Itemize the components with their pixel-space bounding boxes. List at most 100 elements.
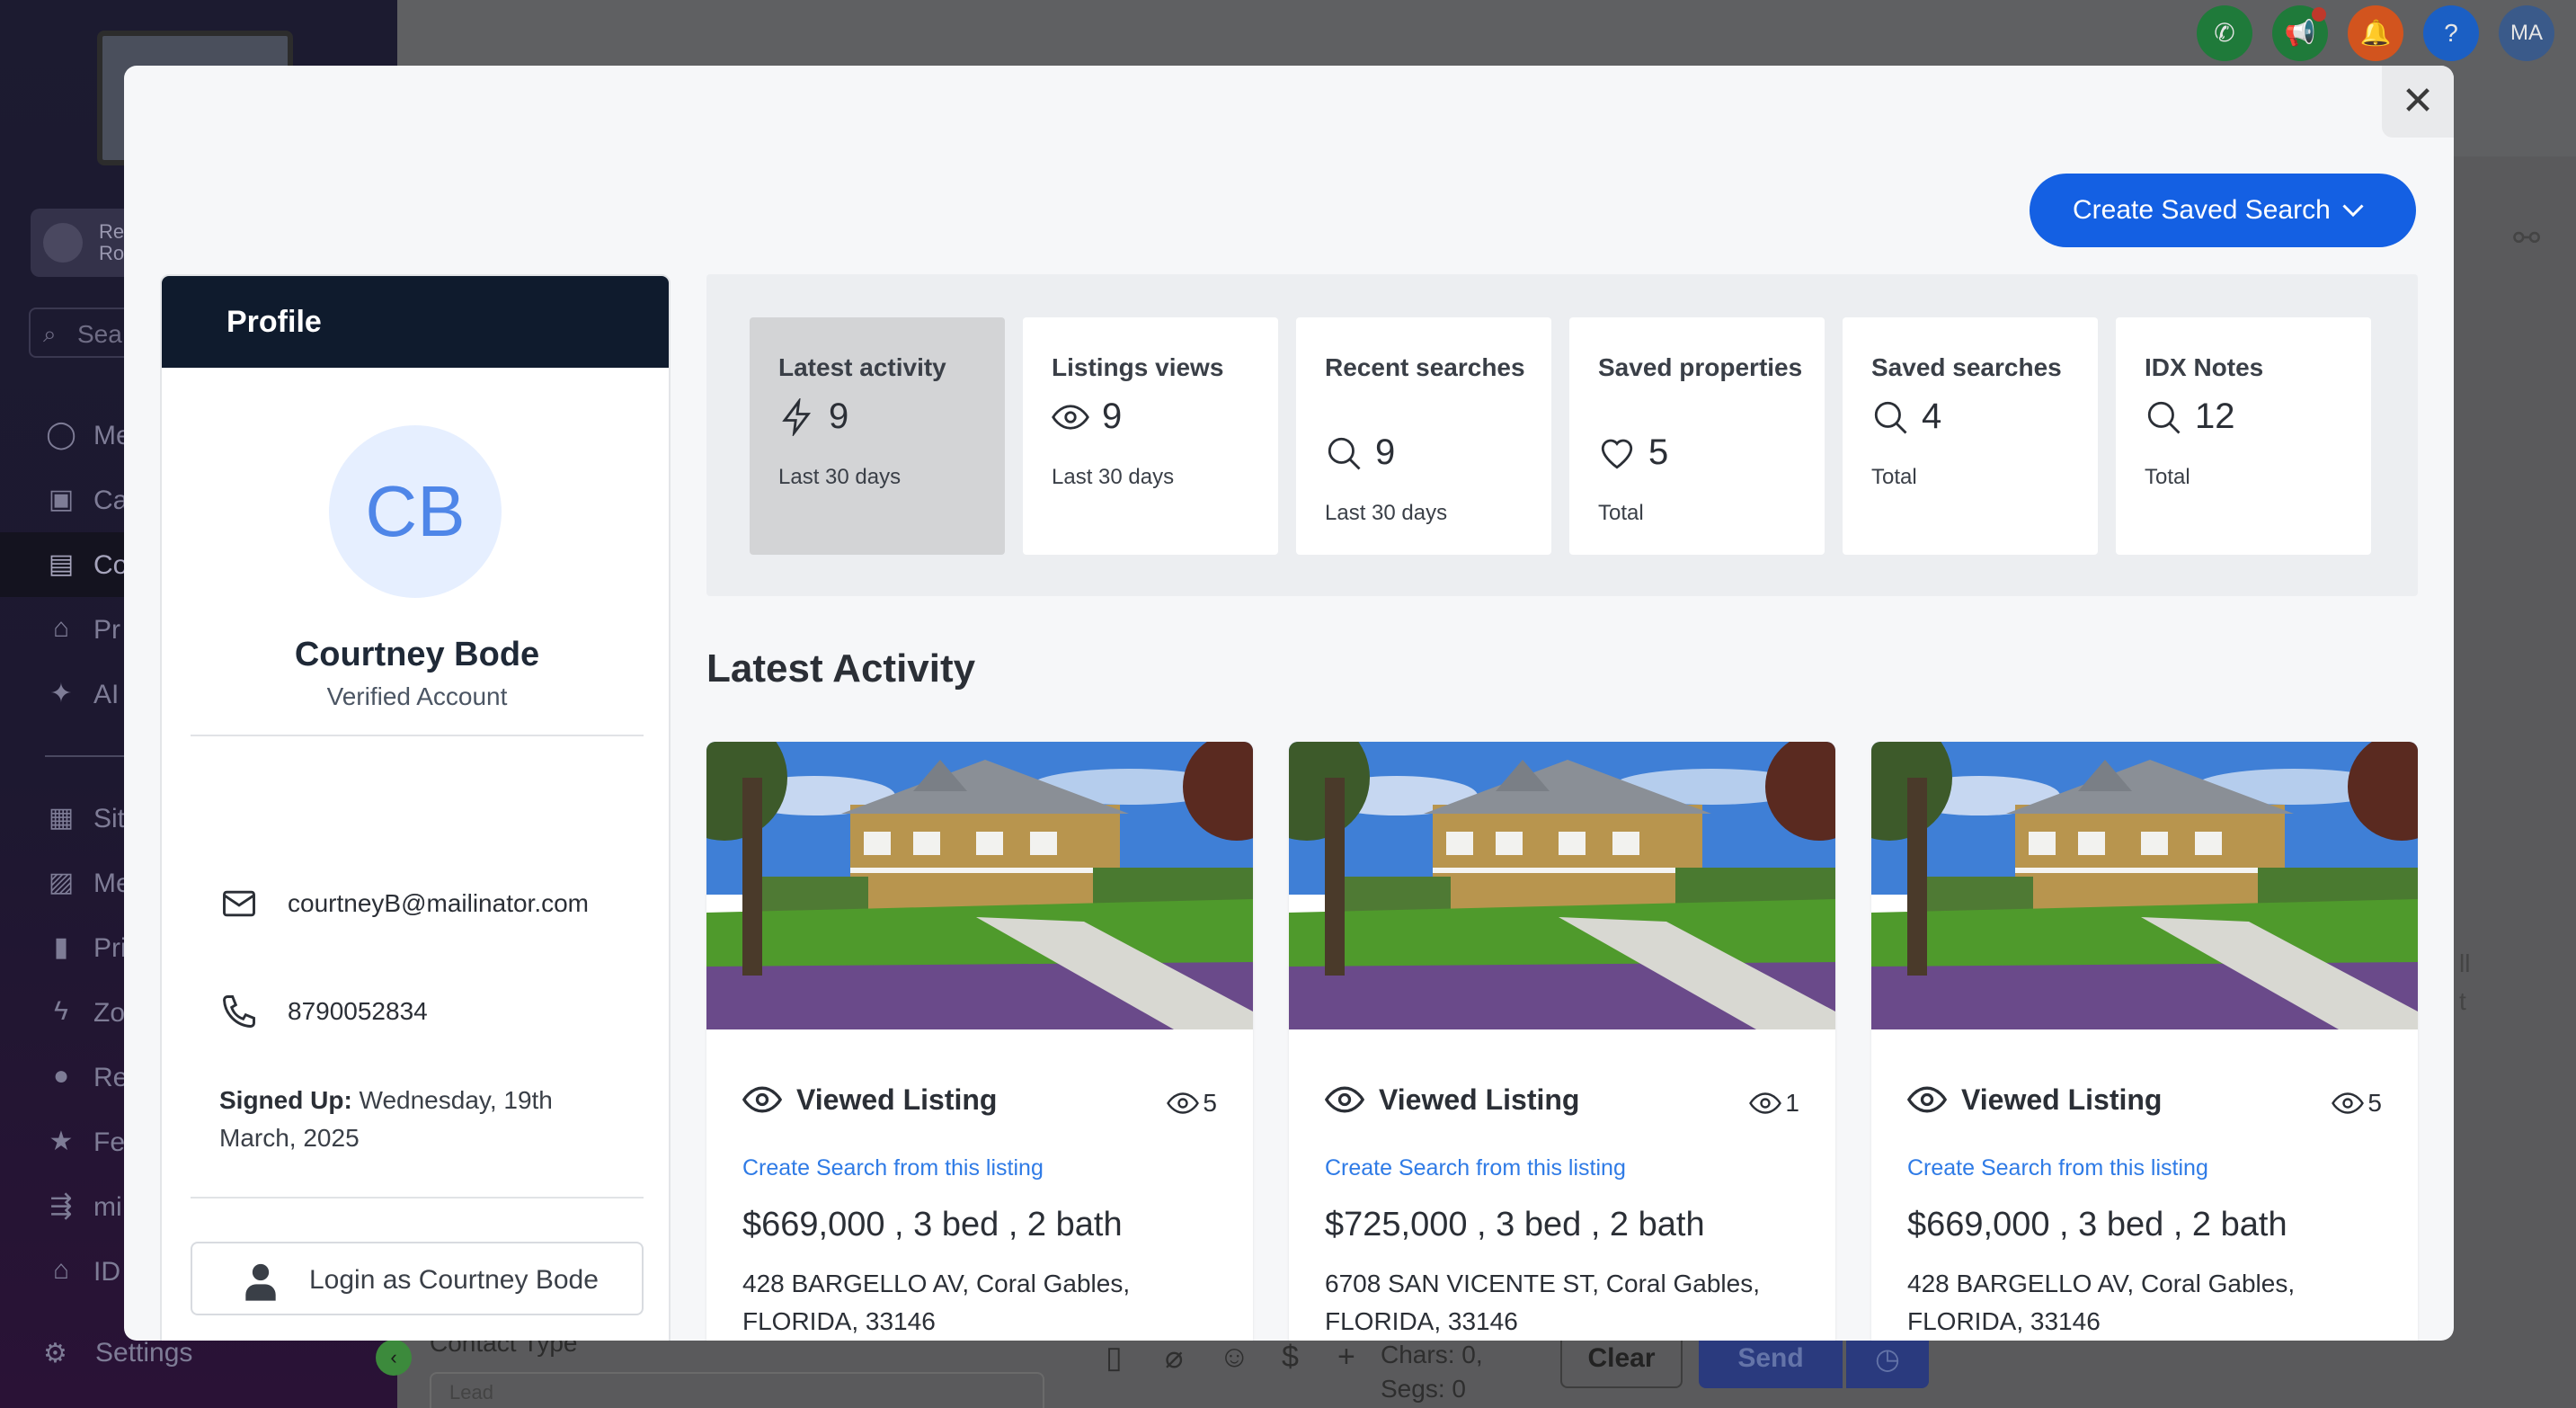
stat-value: 12: [2195, 397, 2235, 436]
listing-photo: [706, 742, 1253, 1029]
close-icon: ✕: [2401, 79, 2435, 123]
contact-name: Courtney Bode: [294, 636, 540, 673]
stat-title: Latest activity: [778, 353, 946, 381]
eye-icon: [2332, 1092, 2365, 1114]
create-search-link[interactable]: Create Search from this listing: [742, 1155, 1044, 1181]
search-icon: [2147, 401, 2181, 433]
listing-price: $669,000 , 3 bed , 2 bath: [742, 1206, 1123, 1243]
listing-title: Viewed Listing: [1379, 1083, 1580, 1116]
attachment-icon[interactable]: ⌀: [1165, 1340, 1183, 1376]
network-icon[interactable]: ⚯: [2513, 219, 2540, 257]
divider: [191, 1197, 644, 1199]
star-icon: ★: [49, 1127, 74, 1156]
user-avatar[interactable]: MA: [2499, 5, 2554, 61]
notifications-button[interactable]: 🔔: [2348, 5, 2403, 61]
collapse-sidebar-button[interactable]: ‹: [376, 1340, 412, 1376]
close-button[interactable]: ✕: [2382, 66, 2454, 138]
listing-card[interactable]: Viewed Listing 1 Create Search from this…: [1289, 742, 1835, 1341]
background-text-fragment: t: [2459, 987, 2466, 1015]
stat-subtitle: Last 30 days: [1052, 465, 1175, 489]
profile-card: Profile CB Courtney Bode Verified Accoun…: [160, 274, 671, 1341]
profile-header: Profile: [162, 276, 669, 368]
listing-title: Viewed Listing: [1961, 1083, 2163, 1116]
gear-icon: ⚙: [43, 1339, 67, 1368]
eye-icon: [1325, 1086, 1364, 1113]
listing-address: 428 BARGELLO AV, Coral Gables, FLORIDA, …: [742, 1270, 1131, 1335]
eye-icon: [742, 1086, 782, 1113]
sparkle-icon: ✦: [49, 679, 73, 708]
stat-title: Recent searches: [1325, 353, 1525, 381]
phone-value[interactable]: 8790052834: [288, 997, 428, 1026]
route-icon: ⇶: [49, 1191, 73, 1221]
megaphone-icon: 📢: [2284, 19, 2316, 47]
contact-type-select[interactable]: Lead: [430, 1372, 1044, 1408]
listing-card[interactable]: Viewed Listing 5 Create Search from this…: [1871, 742, 2418, 1341]
create-search-link[interactable]: Create Search from this listing: [1325, 1155, 1626, 1181]
phone-icon: ✆: [2214, 19, 2235, 47]
phone-button[interactable]: ✆: [2197, 5, 2252, 61]
help-button[interactable]: ?: [2423, 5, 2479, 61]
dollar-icon[interactable]: $: [1282, 1340, 1299, 1375]
listing-card[interactable]: Viewed Listing 5 Create Search from this…: [706, 742, 1253, 1341]
emoji-icon[interactable]: ☺: [1219, 1340, 1250, 1375]
background-text-fragment: ll: [2459, 949, 2471, 977]
char-counter: Chars: 0, Segs: 0: [1381, 1341, 1483, 1403]
eye-icon: [1907, 1086, 1947, 1113]
chevron-left-icon: ‹: [390, 1346, 397, 1368]
sidebar-settings[interactable]: ⚙ Settings: [43, 1338, 192, 1369]
stat-saved-properties[interactable]: Saved properties 5 Total: [1569, 317, 1825, 555]
create-saved-search-button[interactable]: Create Saved Search: [2030, 174, 2416, 247]
contacts-icon: ▤: [48, 549, 75, 579]
site-icon: ▦: [48, 803, 75, 833]
announcement-button[interactable]: 📢: [2272, 5, 2328, 61]
account-status: Verified Account: [326, 682, 508, 710]
stat-idx-notes[interactable]: IDX Notes 12 Total: [2116, 317, 2371, 555]
notification-dot: [2312, 7, 2326, 22]
stat-title: Saved properties: [1598, 353, 1803, 381]
signed-up-info: Signed Up: Wednesday, 19th March, 2025: [219, 1082, 615, 1157]
email-value[interactable]: courtneyB@mailinator.com: [288, 889, 589, 918]
stat-latest-activity[interactable]: Latest activity 9 Last 30 days: [750, 317, 1005, 555]
home-icon: ⌂: [52, 613, 70, 643]
listing-address: 6708 SAN VICENTE ST, Coral Gables, FLORI…: [1325, 1270, 1760, 1335]
stat-saved-searches[interactable]: Saved searches 4 Total: [1843, 317, 2098, 555]
account-text: Re Ro: [99, 220, 125, 264]
signed-up-label: Signed Up:: [219, 1086, 352, 1114]
listing-price: $669,000 , 3 bed , 2 bath: [1907, 1206, 2287, 1243]
contact-profile-modal: ✕ Create Saved Search Profile CB Courtne…: [124, 66, 2454, 1341]
eye-icon: [1749, 1092, 1782, 1114]
stat-subtitle: Last 30 days: [778, 465, 902, 489]
stat-recent-searches[interactable]: Recent searches 9 Last 30 days: [1296, 317, 1551, 555]
mail-icon: [223, 890, 255, 917]
stat-value: 9: [1375, 432, 1396, 472]
stat-title: Saved searches: [1871, 353, 2062, 381]
avatar: CB: [329, 425, 502, 598]
phone-icon: [223, 995, 255, 1028]
search-icon: [1874, 401, 1907, 433]
stat-subtitle: Total: [1598, 501, 1644, 525]
document-icon[interactable]: ▯: [1106, 1340, 1123, 1376]
listing-address: 428 BARGELLO AV, Coral Gables, FLORIDA, …: [1907, 1270, 2296, 1335]
view-count: 5: [1167, 1087, 1217, 1119]
bell-icon: 🔔: [2359, 19, 2392, 47]
stat-title: Listings views: [1052, 353, 1224, 381]
home-icon: ⌂: [52, 1255, 70, 1285]
latest-activity-heading: Latest Activity: [706, 646, 976, 691]
stat-value: 4: [1922, 397, 1942, 436]
stat-subtitle: Last 30 days: [1325, 501, 1448, 525]
create-search-link[interactable]: Create Search from this listing: [1907, 1155, 2208, 1181]
create-saved-search-label: Create Saved Search: [2073, 195, 2331, 225]
plus-icon[interactable]: +: [1337, 1340, 1355, 1375]
stat-listing-views[interactable]: Listings views 9 Last 30 days: [1023, 317, 1278, 555]
stat-subtitle: Total: [2145, 465, 2190, 489]
heart-icon: [1601, 439, 1633, 468]
listing-title: Viewed Listing: [796, 1083, 998, 1116]
users-icon: ●: [52, 1061, 70, 1091]
zap-icon: ϟ: [54, 996, 68, 1026]
listing-price: $725,000 , 3 bed , 2 bath: [1325, 1206, 1705, 1243]
bolt-icon: [782, 397, 812, 436]
search-icon: ⌕: [43, 320, 57, 347]
login-as-button[interactable]: Login as Courtney Bode: [191, 1242, 644, 1315]
stat-value: 9: [1102, 397, 1123, 436]
stat-value: 5: [1648, 432, 1669, 472]
